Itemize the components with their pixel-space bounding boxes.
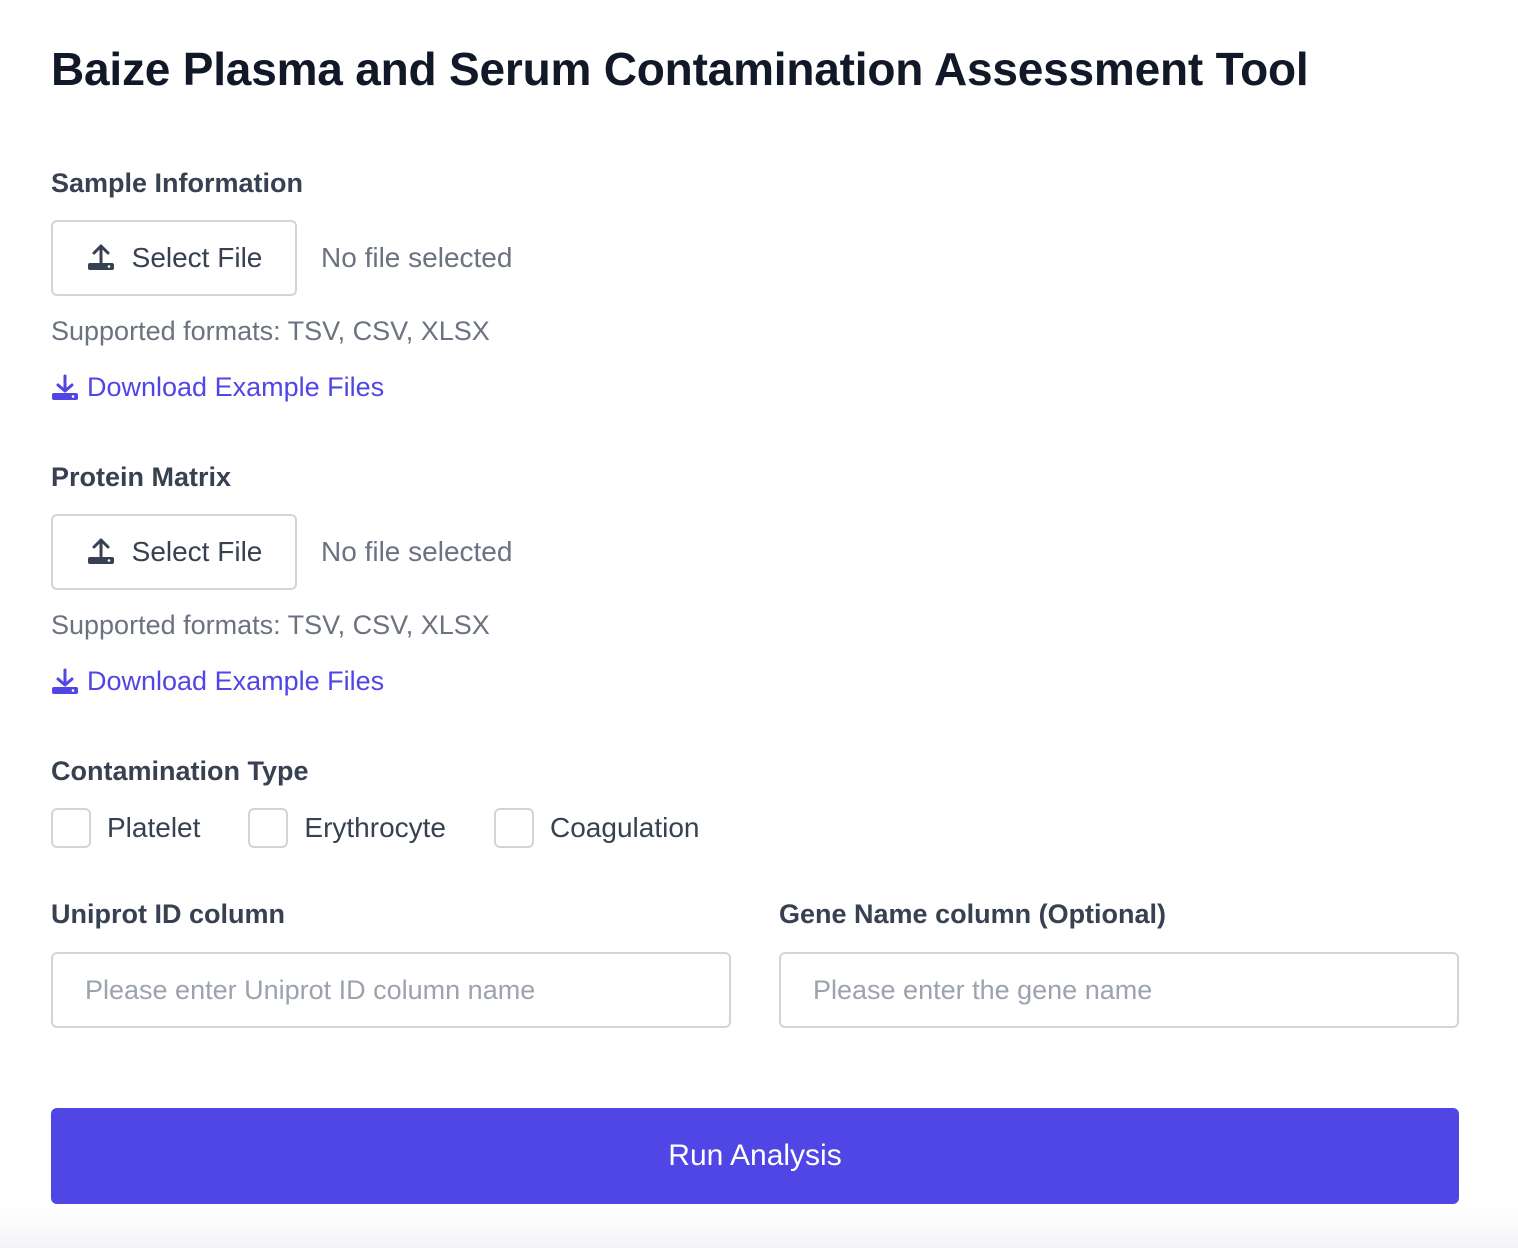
upload-icon: [86, 537, 116, 567]
download-icon: [51, 374, 79, 402]
upload-icon: [86, 243, 116, 273]
select-file-label: Select File: [131, 536, 263, 567]
download-link-label: Download Example Files: [87, 666, 385, 696]
erythrocyte-checkbox-label: Erythrocyte: [304, 812, 447, 843]
platelet-checkbox-label: Platelet: [107, 812, 201, 843]
download-icon: [51, 668, 79, 696]
protein-matrix-file-status: No file selected: [321, 536, 513, 567]
download-link-label: Download Example Files: [87, 372, 385, 402]
contamination-type-label: Contamination Type: [51, 756, 309, 786]
gene-name-column-label: Gene Name column (Optional): [779, 899, 1167, 929]
gene-name-column-input[interactable]: [779, 952, 1459, 1028]
analysis-form-page: Baize Plasma and Serum Contamination Ass…: [0, 0, 1518, 1248]
platelet-checkbox-item[interactable]: Platelet: [51, 808, 200, 848]
coagulation-checkbox-item[interactable]: Coagulation: [494, 808, 699, 848]
sample-information-file-status: No file selected: [321, 242, 513, 273]
sample-information-download-example-link[interactable]: Download Example Files: [51, 372, 384, 403]
erythrocyte-checkbox-item[interactable]: Erythrocyte: [248, 808, 446, 848]
platelet-checkbox[interactable]: [51, 808, 91, 848]
protein-matrix-file-row: Select File No file selected: [51, 514, 512, 590]
coagulation-checkbox[interactable]: [494, 808, 535, 848]
protein-matrix-supported-formats: Supported formats: TSV, CSV, XLSX: [51, 610, 490, 640]
run-analysis-button[interactable]: Run Analysis: [51, 1108, 1459, 1204]
contamination-type-options: Platelet Erythrocyte Coagulation: [51, 808, 747, 848]
erythrocyte-checkbox[interactable]: [248, 808, 289, 848]
select-file-label: Select File: [131, 242, 263, 273]
sample-information-supported-formats: Supported formats: TSV, CSV, XLSX: [51, 316, 490, 346]
uniprot-id-column-label: Uniprot ID column: [51, 899, 285, 929]
sample-information-file-row: Select File No file selected: [51, 220, 512, 296]
protein-matrix-label: Protein Matrix: [51, 462, 232, 492]
page-title: Baize Plasma and Serum Contamination Ass…: [51, 43, 1309, 95]
protein-matrix-download-example-link[interactable]: Download Example Files: [51, 666, 384, 697]
uniprot-id-column-input[interactable]: [51, 952, 731, 1028]
sample-information-select-file-button[interactable]: Select File: [51, 220, 297, 296]
sample-information-label: Sample Information: [51, 168, 304, 198]
coagulation-checkbox-label: Coagulation: [550, 812, 700, 843]
protein-matrix-select-file-button[interactable]: Select File: [51, 514, 297, 590]
bottom-shade: [0, 1208, 1518, 1248]
